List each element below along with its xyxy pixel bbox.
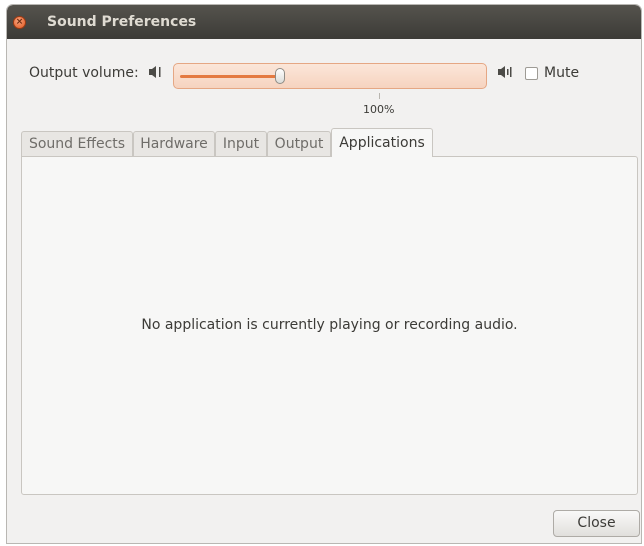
volume-fill xyxy=(180,75,280,78)
mute-label[interactable]: Mute xyxy=(544,65,579,81)
empty-state-message: No application is currently playing or r… xyxy=(141,317,518,333)
close-button[interactable]: Close xyxy=(553,510,640,537)
mute-checkbox[interactable] xyxy=(525,67,538,80)
tab-hardware[interactable]: Hardware xyxy=(133,131,215,156)
tab-input[interactable]: Input xyxy=(215,131,267,156)
tab-applications[interactable]: Applications xyxy=(331,128,433,157)
window-title: Sound Preferences xyxy=(47,14,197,30)
output-volume-slider[interactable] xyxy=(173,63,487,89)
output-volume-label: Output volume: xyxy=(29,65,139,81)
tab-sound-effects[interactable]: Sound Effects xyxy=(21,131,133,156)
title-bar: × Sound Preferences xyxy=(7,5,641,39)
volume-slider-handle[interactable] xyxy=(275,68,285,84)
speaker-high-icon xyxy=(497,64,515,80)
applications-panel: No application is currently playing or r… xyxy=(21,156,638,495)
close-window-icon[interactable]: × xyxy=(13,16,26,29)
volume-tick-mark xyxy=(379,93,380,99)
speaker-low-icon xyxy=(147,64,165,80)
sound-preferences-window: × Sound Preferences Output volume: Mute … xyxy=(6,4,642,544)
tab-output[interactable]: Output xyxy=(267,131,331,156)
volume-tick-label: 100% xyxy=(363,103,395,116)
